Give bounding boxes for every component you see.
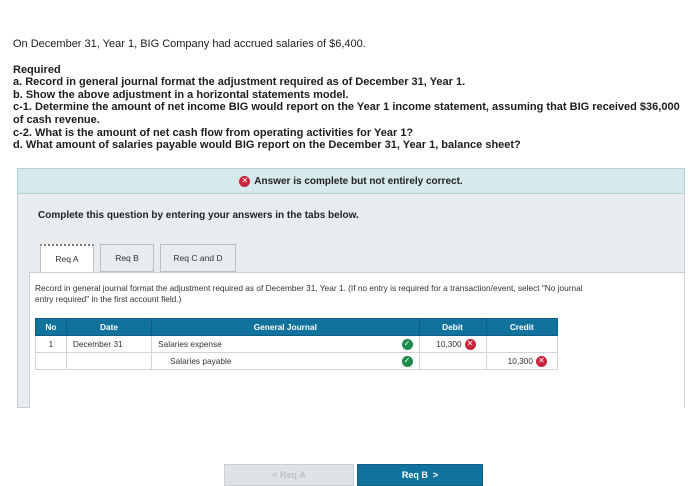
credit-input[interactable] — [485, 335, 559, 353]
answer-status-text: Answer is complete but not entirely corr… — [254, 175, 463, 187]
table-row: 1 December 31 Salaries expense ✓ 10,300 … — [35, 335, 559, 353]
x-circle-icon: ✕ — [239, 175, 251, 187]
debit-input[interactable] — [418, 352, 487, 370]
tab-navigation: < Req A Req B > — [224, 464, 483, 486]
chevron-left-icon: < — [272, 470, 281, 480]
header-general-journal: General Journal — [151, 318, 420, 336]
required-item-a: a. Record in general journal format the … — [13, 76, 466, 89]
x-circle-icon: ✕ — [464, 338, 476, 350]
question-panel: Complete this question by entering your … — [17, 194, 685, 486]
required-item-c1: c-1. Determine the amount of net income … — [13, 101, 680, 126]
tab-req-c-and-d[interactable]: Req C and D — [160, 244, 236, 272]
account-select[interactable]: Salaries payable ✓ — [151, 352, 420, 370]
req-tabs: Req A Req B Req C and D — [40, 244, 236, 272]
answer-status-banner: ✕ Answer is complete but not entirely co… — [17, 168, 685, 194]
required-heading: Required — [13, 63, 61, 76]
row-no — [35, 352, 67, 370]
next-req-button[interactable]: Req B > — [357, 464, 483, 486]
debit-input[interactable]: 10,300 ✕ — [418, 335, 487, 353]
header-date: Date — [65, 318, 153, 336]
header-credit: Credit — [485, 318, 559, 336]
header-no: No — [35, 318, 67, 336]
tab-req-a[interactable]: Req A — [40, 244, 94, 272]
tab-req-b[interactable]: Req B — [100, 244, 154, 272]
tab-content: Record in general journal format the adj… — [29, 272, 685, 486]
header-debit: Debit — [418, 318, 487, 336]
panel-title: Complete this question by entering your … — [38, 210, 359, 221]
table-row: Salaries payable ✓ 10,300 ✕ — [35, 352, 559, 370]
required-item-c2: c-2. What is the amount of net cash flow… — [13, 126, 414, 139]
check-circle-icon: ✓ — [401, 338, 413, 350]
instructions-text: Record in general journal format the adj… — [35, 283, 583, 304]
date-select[interactable] — [65, 352, 153, 370]
debit-value: 10,300 — [436, 339, 462, 349]
required-item-d: d. What amount of salaries payable would… — [13, 139, 521, 152]
x-circle-icon: ✕ — [536, 355, 547, 367]
question-intro: On December 31, Year 1, BIG Company had … — [13, 38, 366, 50]
check-circle-icon: ✓ — [401, 355, 413, 367]
account-name: Salaries expense — [158, 339, 222, 349]
prev-req-button[interactable]: < Req A — [224, 464, 354, 486]
row-no: 1 — [35, 335, 67, 353]
account-select[interactable]: Salaries expense ✓ — [151, 335, 420, 353]
chevron-right-icon: > — [427, 470, 439, 480]
credit-value: 10,300 — [507, 356, 533, 366]
account-name: Salaries payable — [170, 356, 232, 366]
credit-input[interactable]: 10,300 ✕ — [485, 352, 559, 370]
required-item-b: b. Show the above adjustment in a horizo… — [13, 88, 349, 101]
date-select[interactable]: December 31 — [65, 335, 153, 353]
question-text: On December 31, Year 1, BIG Company had … — [13, 38, 693, 152]
general-journal-table: No Date General Journal Debit Credit 1 D… — [35, 318, 559, 370]
